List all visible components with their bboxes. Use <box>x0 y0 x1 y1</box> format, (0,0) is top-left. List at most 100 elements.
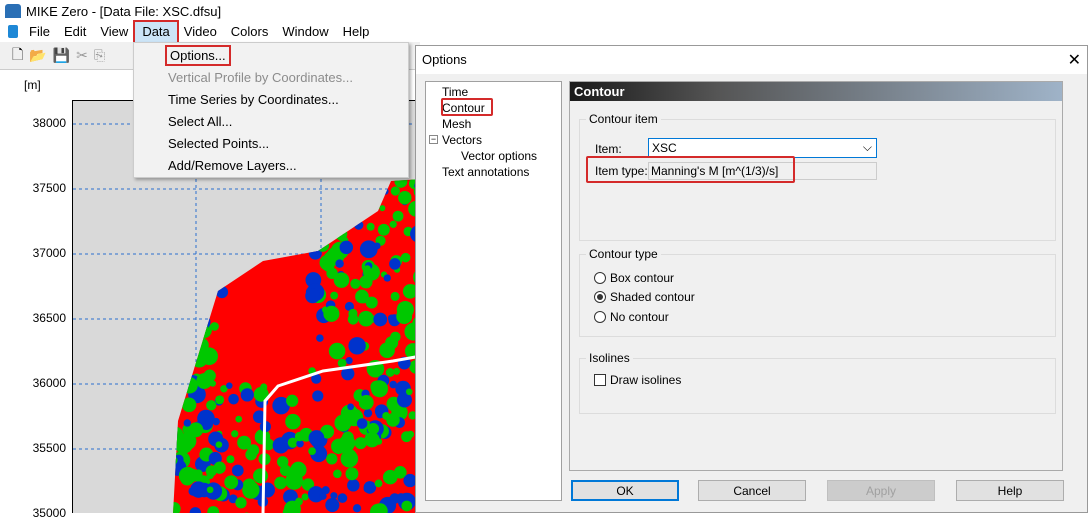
contour-cell <box>260 383 268 391</box>
contour-cell <box>385 368 395 377</box>
contour-cell <box>389 380 398 389</box>
contour-cell <box>231 464 244 477</box>
contour-cell <box>195 322 209 335</box>
contour-cell <box>358 310 374 327</box>
contour-cell <box>191 325 207 341</box>
contour-cell <box>376 411 384 419</box>
tree-item-vector-options[interactable]: Vector options <box>461 149 537 163</box>
contour-cell <box>194 338 209 353</box>
contour-cell <box>396 493 406 502</box>
contour-cell <box>196 179 212 194</box>
menu-colors[interactable]: Colors <box>224 22 276 42</box>
contour-cell <box>173 403 180 414</box>
contour-cell <box>405 388 413 396</box>
tree-item-mesh[interactable]: Mesh <box>442 117 471 131</box>
menu-item-options[interactable]: Options... <box>134 45 408 67</box>
contour-cell <box>175 194 194 212</box>
axis-unit: [m] <box>24 78 41 92</box>
contour-cell <box>187 181 200 195</box>
contour-cell <box>173 324 181 340</box>
contour-cell <box>208 189 226 207</box>
contour-cell <box>352 504 362 513</box>
open-folder-icon[interactable]: 📂 <box>29 47 46 64</box>
y-tick-label: 35000 <box>32 506 66 520</box>
menu-item-vertical-profile: Vertical Profile by Coordinates... <box>168 70 353 85</box>
contour-cell <box>324 225 332 232</box>
contour-cell <box>181 377 198 394</box>
tree-item-text-annotations[interactable]: Text annotations <box>442 165 529 179</box>
y-tick-label: 36500 <box>32 311 66 325</box>
contour-cell <box>356 418 368 429</box>
options-dialog: Options ✕ Time Contour Mesh − Vectors Ve… <box>415 45 1088 513</box>
contour-cell <box>401 431 412 443</box>
contour-cell <box>333 469 342 479</box>
menu-item-selected-points[interactable]: Selected Points... <box>134 133 408 155</box>
y-tick-label: 36000 <box>32 376 66 390</box>
contour-cell <box>189 244 205 260</box>
contour-cell <box>366 222 375 231</box>
contour-cell <box>382 412 391 420</box>
contour-cell <box>235 497 247 509</box>
contour-cell <box>203 245 216 258</box>
contour-cell <box>212 417 220 426</box>
contour-cell <box>184 195 195 206</box>
apply-button[interactable]: Apply <box>827 480 935 501</box>
menu-view[interactable]: View <box>93 22 135 42</box>
draw-isolines-checkbox[interactable]: Draw isolines <box>594 373 681 387</box>
menu-data[interactable]: Data <box>133 20 179 44</box>
app-icon <box>5 4 21 18</box>
cut-icon[interactable]: ✂ <box>76 47 88 64</box>
contour-cell <box>341 449 357 465</box>
contour-cell <box>240 388 254 402</box>
collapse-icon[interactable]: − <box>429 135 438 144</box>
save-icon[interactable]: 💾 <box>53 47 70 64</box>
contour-cell <box>173 295 182 309</box>
contour-cell <box>182 216 197 230</box>
menu-help[interactable]: Help <box>336 22 377 42</box>
menu-window[interactable]: Window <box>275 22 335 42</box>
contour-cell <box>285 413 301 430</box>
contour-cell <box>379 205 386 212</box>
close-icon[interactable]: ✕ <box>1068 50 1081 70</box>
tree-item-vectors[interactable]: Vectors <box>442 133 482 147</box>
contour-cell <box>364 198 372 205</box>
help-button[interactable]: Help <box>956 480 1064 501</box>
contour-cell <box>173 238 184 251</box>
menu-edit[interactable]: Edit <box>57 22 93 42</box>
contour-cell <box>312 219 324 231</box>
contour-cell <box>198 179 214 193</box>
contour-cell <box>354 220 364 230</box>
contour-cell <box>316 334 324 342</box>
copy-icon[interactable]: ⎘ <box>94 47 105 64</box>
contour-cell <box>190 350 208 368</box>
item-select[interactable]: XSC ⌵ <box>648 138 877 158</box>
contour-cell <box>324 210 332 218</box>
new-file-icon[interactable]: 🗋 <box>12 44 23 68</box>
menu-item-add-remove-layers[interactable]: Add/Remove Layers... <box>134 155 408 177</box>
ok-button[interactable]: OK <box>571 480 679 501</box>
contour-cell <box>304 215 319 229</box>
contour-cell <box>326 453 338 465</box>
tree-item-time[interactable]: Time <box>442 85 468 99</box>
contour-cell <box>174 341 186 354</box>
contour-cell <box>328 342 346 360</box>
menu-item-select-all[interactable]: Select All... <box>134 111 408 133</box>
contour-cell <box>209 208 218 218</box>
menu-video[interactable]: Video <box>177 22 224 42</box>
contour-cell <box>295 497 303 506</box>
radio-shaded-contour[interactable]: Shaded contour <box>594 290 695 304</box>
contour-cell <box>196 257 208 269</box>
menu-file[interactable]: File <box>22 22 57 42</box>
contour-cell <box>205 231 222 249</box>
contour-cell <box>334 414 352 432</box>
group-label: Contour type <box>586 247 661 261</box>
radio-box-contour[interactable]: Box contour <box>594 271 674 285</box>
radio-no-contour[interactable]: No contour <box>594 310 669 324</box>
cancel-button[interactable]: Cancel <box>698 480 806 501</box>
contour-cell <box>383 274 391 282</box>
menu-item-time-series[interactable]: Time Series by Coordinates... <box>134 89 408 111</box>
y-tick-label: 37000 <box>32 246 66 260</box>
contour-cell <box>387 314 396 322</box>
contour-cell <box>196 373 213 389</box>
menu-bar: File Edit View Data Video Colors Window … <box>0 20 1088 44</box>
